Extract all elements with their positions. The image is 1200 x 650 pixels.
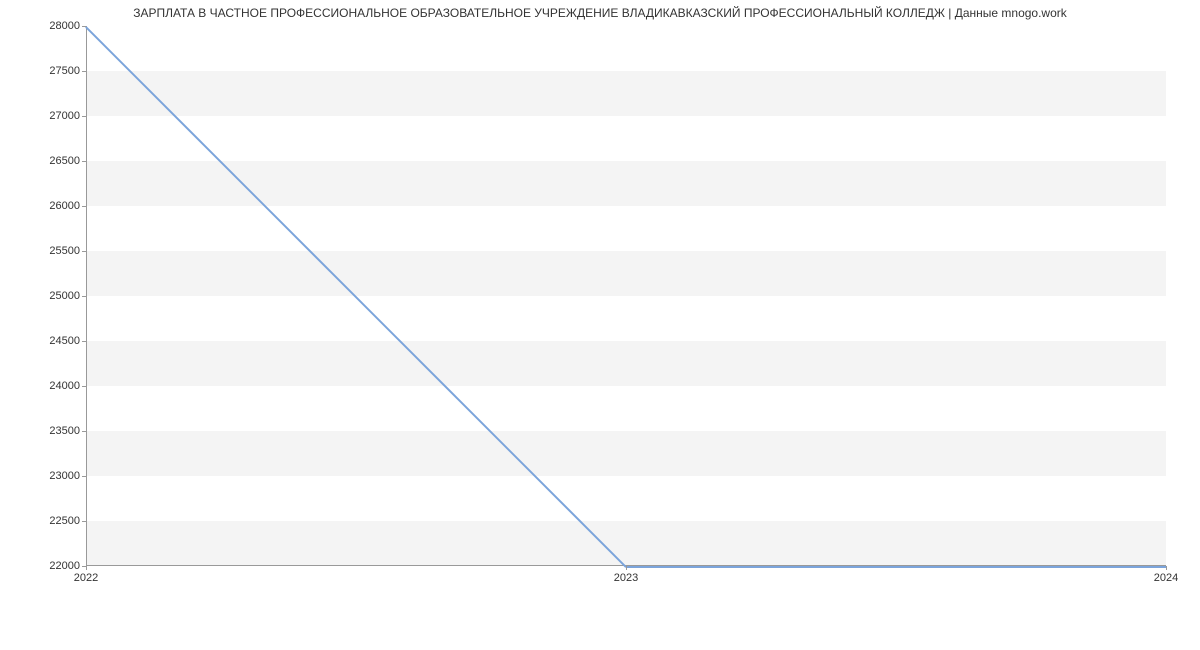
y-tick (82, 116, 86, 117)
grid-band (86, 431, 1166, 476)
y-tick (82, 206, 86, 207)
y-tick (82, 296, 86, 297)
y-tick-label: 23500 (10, 425, 80, 437)
y-tick-label: 23000 (10, 470, 80, 482)
y-tick-label: 27000 (10, 110, 80, 122)
y-tick (82, 161, 86, 162)
y-axis-line (86, 26, 87, 566)
y-tick-label: 25500 (10, 245, 80, 257)
y-tick (82, 386, 86, 387)
chart-container: ЗАРПЛАТА В ЧАСТНОЕ ПРОФЕССИОНАЛЬНОЕ ОБРА… (0, 0, 1200, 650)
plot-area (86, 26, 1166, 566)
y-tick-label: 25000 (10, 290, 80, 302)
x-tick-label: 2022 (74, 572, 98, 584)
y-tick-label: 26500 (10, 155, 80, 167)
y-tick-label: 24000 (10, 380, 80, 392)
y-tick-label: 26000 (10, 200, 80, 212)
chart-title: ЗАРПЛАТА В ЧАСТНОЕ ПРОФЕССИОНАЛЬНОЕ ОБРА… (0, 6, 1200, 20)
x-tick-label: 2023 (614, 572, 638, 584)
y-tick (82, 476, 86, 477)
grid-band (86, 521, 1166, 566)
y-tick-label: 22500 (10, 515, 80, 527)
grid-band (86, 341, 1166, 386)
grid-band (86, 161, 1166, 206)
x-tick (1166, 566, 1167, 570)
y-tick-label: 28000 (10, 20, 80, 32)
y-tick-label: 27500 (10, 65, 80, 77)
y-tick (82, 26, 86, 27)
line-segment (626, 566, 1166, 568)
y-tick (82, 71, 86, 72)
x-tick-label: 2024 (1154, 572, 1178, 584)
grid-band (86, 71, 1166, 116)
y-tick (82, 251, 86, 252)
y-tick (82, 431, 86, 432)
grid-band (86, 251, 1166, 296)
x-tick (86, 566, 87, 570)
y-tick-label: 22000 (10, 560, 80, 572)
y-tick-label: 24500 (10, 335, 80, 347)
y-tick (82, 521, 86, 522)
y-tick (82, 341, 86, 342)
x-tick (626, 566, 627, 570)
